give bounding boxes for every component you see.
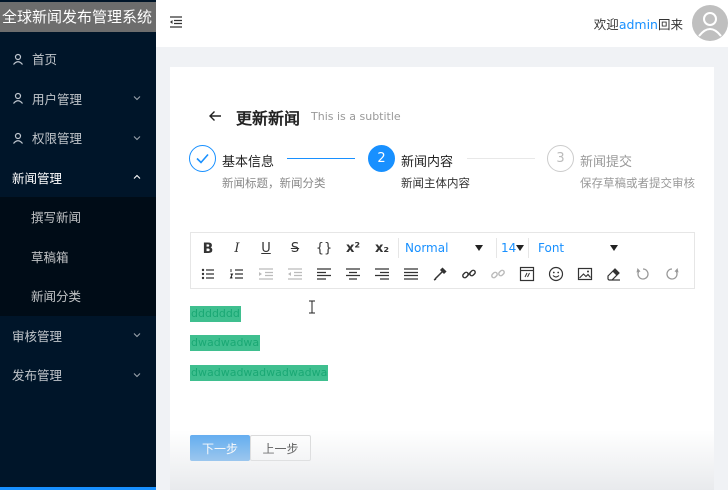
- link-icon[interactable]: [459, 264, 479, 284]
- sidebar-item-label: 权限管理: [32, 131, 83, 147]
- username: admin: [618, 17, 658, 32]
- undo-icon[interactable]: [633, 264, 653, 284]
- outdent-icon[interactable]: [285, 264, 305, 284]
- page-subtitle: This is a subtitle: [311, 110, 401, 123]
- redo-icon[interactable]: [662, 264, 682, 284]
- italic-button[interactable]: I: [227, 239, 247, 259]
- bold-button[interactable]: B: [198, 239, 218, 259]
- user-icon: [13, 132, 23, 144]
- align-justify-icon[interactable]: [401, 264, 421, 284]
- sidebar-item-label: 首页: [32, 52, 58, 68]
- chevron-down-icon: [133, 135, 141, 141]
- editor-toolbar: B I U S {} x² x₂ Normal 14 Font: [190, 232, 695, 289]
- prev-step-button[interactable]: 上一步: [250, 435, 311, 461]
- app-title: 全球新闻发布管理系统: [0, 2, 156, 32]
- sidebar-item-label: 新闻分类: [31, 289, 82, 305]
- caret-down-icon: [610, 245, 618, 251]
- caret-down-icon: [516, 245, 524, 251]
- editor-line-1[interactable]: ddddddd: [190, 306, 241, 322]
- step-2-line: [467, 158, 535, 159]
- indent-icon[interactable]: [256, 264, 276, 284]
- toolbar-separator: [528, 238, 529, 258]
- block-type-select[interactable]: Normal: [405, 238, 483, 258]
- image-icon[interactable]: [575, 264, 595, 284]
- unlink-icon[interactable]: [488, 264, 508, 284]
- welcome-suffix: 回来: [657, 17, 683, 32]
- toolbar-separator: [398, 238, 399, 258]
- back-arrow-icon[interactable]: [208, 109, 222, 123]
- editor-line-3[interactable]: dwadwadwadwadwadwa: [190, 365, 329, 381]
- sidebar-item-label: 新闻管理: [12, 170, 63, 186]
- chevron-down-icon: [133, 333, 141, 338]
- user-avatar-icon: [698, 12, 722, 37]
- font-family-select[interactable]: Font: [538, 238, 618, 258]
- sidebar-item-label: 用户管理: [32, 91, 83, 107]
- toolbar-separator: [496, 238, 497, 258]
- sidebar-item-label: 撰写新闻: [31, 210, 82, 226]
- step-2-desc: 新闻主体内容: [401, 176, 470, 190]
- step-3-desc: 保存草稿或者提交审核: [580, 176, 695, 190]
- news-submenu: 撰写新闻 草稿箱 新闻分类: [0, 197, 156, 316]
- sidebar-item-label: 草稿箱: [31, 249, 69, 265]
- chevron-up-icon: [133, 174, 141, 180]
- step-1-circle: [189, 145, 216, 172]
- chevron-down-icon: [133, 372, 141, 378]
- step-1-title: 基本信息: [222, 155, 275, 170]
- emoji-icon[interactable]: [546, 264, 566, 284]
- step-2-title: 新闻内容: [401, 155, 454, 170]
- sidebar-item-label: 发布管理: [12, 368, 63, 384]
- welcome-text: 欢迎admin回来: [594, 14, 683, 33]
- sidebar-item-permissions[interactable]: 权限管理: [0, 118, 156, 158]
- content-card: 更新新闻 This is a subtitle 基本信息 新闻标题，新闻分类 2…: [170, 67, 714, 490]
- font-size-select[interactable]: 14: [501, 238, 524, 258]
- subscript-button[interactable]: x₂: [372, 239, 392, 259]
- sidebar-item-write-news[interactable]: 撰写新闻: [0, 197, 156, 237]
- text-cursor-icon: [309, 300, 315, 314]
- step-3-title: 新闻提交: [580, 155, 633, 170]
- sidebar-item-news[interactable]: 新闻管理: [0, 158, 156, 198]
- unordered-list-icon[interactable]: [198, 264, 218, 284]
- welcome-prefix: 欢迎: [593, 17, 619, 32]
- top-header: 欢迎admin回来: [156, 0, 728, 47]
- ordered-list-icon[interactable]: [227, 264, 247, 284]
- font-size-value: 14: [501, 241, 517, 255]
- sidebar-item-news-category[interactable]: 新闻分类: [0, 276, 156, 316]
- align-center-icon[interactable]: [343, 264, 363, 284]
- next-step-button[interactable]: 下一步: [190, 435, 250, 461]
- sidebar-item-home[interactable]: 首页: [0, 39, 156, 79]
- sidebar-menu: 首页 用户管理 权限管理 新闻管理 撰写新闻 草稿箱 新闻分类 审核管理 发布管…: [0, 39, 156, 395]
- sidebar: 全球新闻发布管理系统 首页 用户管理 权限管理 新闻管理 撰写新闻 草稿箱 新闻…: [0, 0, 156, 490]
- strikethrough-button[interactable]: S: [285, 239, 305, 259]
- code-button[interactable]: {}: [314, 239, 334, 259]
- superscript-button[interactable]: x²: [343, 239, 363, 259]
- step-2-circle: 2: [368, 145, 395, 172]
- avatar[interactable]: [692, 5, 728, 41]
- embed-icon[interactable]: [517, 264, 537, 284]
- eraser-icon[interactable]: [604, 264, 624, 284]
- color-picker-icon[interactable]: [430, 264, 450, 284]
- step-1-line: [287, 158, 355, 159]
- step-3-circle: 3: [547, 145, 574, 172]
- chevron-down-icon: [133, 96, 141, 101]
- caret-down-icon: [475, 245, 483, 251]
- underline-button[interactable]: U: [256, 239, 276, 259]
- sidebar-item-drafts[interactable]: 草稿箱: [0, 237, 156, 277]
- sidebar-item-audit[interactable]: 审核管理: [0, 316, 156, 356]
- block-type-value: Normal: [405, 241, 449, 255]
- align-right-icon[interactable]: [372, 264, 392, 284]
- user-icon: [13, 93, 23, 105]
- sidebar-item-publish[interactable]: 发布管理: [0, 355, 156, 395]
- align-left-icon[interactable]: [314, 264, 334, 284]
- editor-line-2[interactable]: dwadwadwa: [190, 335, 261, 351]
- menu-fold-icon[interactable]: [169, 15, 183, 29]
- step-1-desc: 新闻标题，新闻分类: [222, 176, 326, 190]
- user-icon: [13, 53, 23, 65]
- sidebar-item-label: 审核管理: [12, 328, 63, 344]
- check-icon: [196, 153, 209, 164]
- page-title: 更新新闻: [236, 109, 301, 128]
- sidebar-item-users[interactable]: 用户管理: [0, 79, 156, 119]
- font-family-value: Font: [538, 241, 565, 255]
